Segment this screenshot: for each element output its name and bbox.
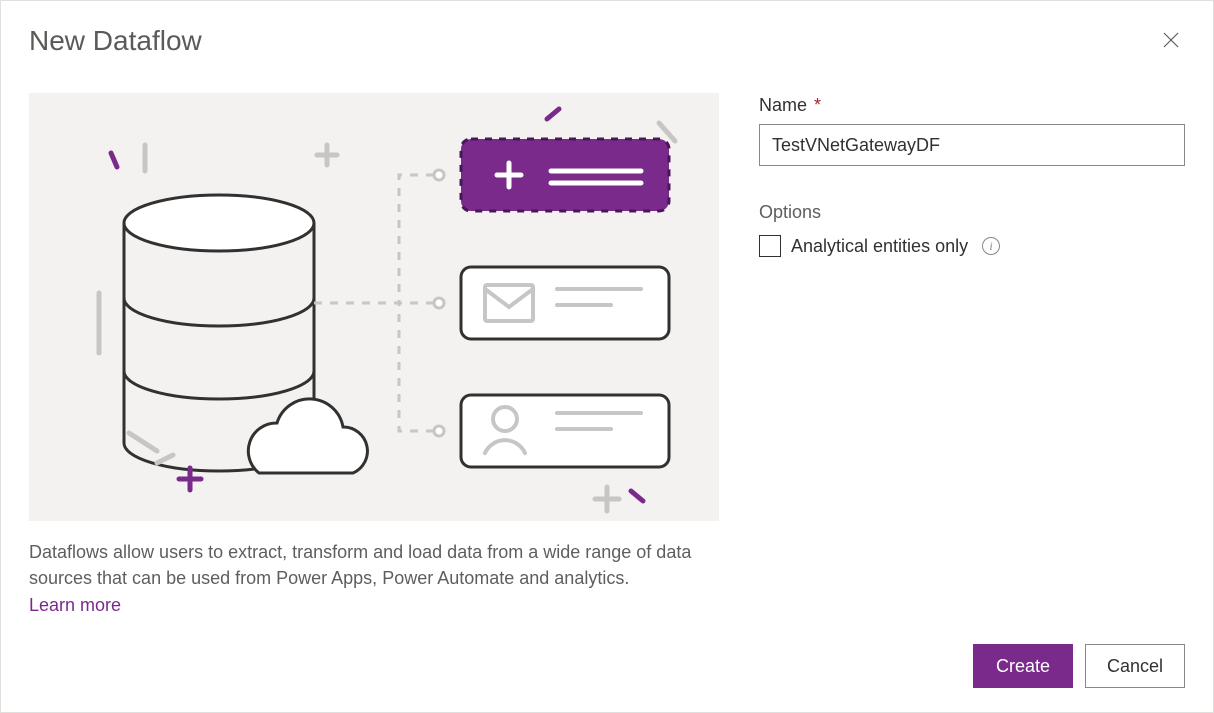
close-icon: [1163, 32, 1179, 51]
options-heading: Options: [759, 202, 1185, 223]
dialog-footer: Create Cancel: [973, 644, 1185, 688]
close-button[interactable]: [1157, 26, 1185, 57]
analytical-checkbox-label: Analytical entities only: [791, 236, 968, 257]
dialog-body: Dataflows allow users to extract, transf…: [29, 93, 1185, 616]
left-pane: Dataflows allow users to extract, transf…: [29, 93, 719, 616]
right-pane: Name * Options Analytical entities only …: [759, 93, 1185, 616]
name-label: Name *: [759, 95, 1185, 116]
new-dataflow-dialog: New Dataflow: [0, 0, 1214, 713]
description-text: Dataflows allow users to extract, transf…: [29, 539, 719, 591]
dialog-title: New Dataflow: [29, 25, 202, 57]
analytical-checkbox[interactable]: [759, 235, 781, 257]
name-label-text: Name: [759, 95, 807, 115]
dataflow-illustration: [29, 93, 719, 521]
info-icon[interactable]: i: [982, 237, 1000, 255]
analytical-checkbox-row: Analytical entities only i: [759, 235, 1185, 257]
learn-more-link[interactable]: Learn more: [29, 595, 121, 616]
dialog-header: New Dataflow: [29, 25, 1185, 57]
name-input[interactable]: [759, 124, 1185, 166]
required-marker: *: [814, 95, 821, 115]
cancel-button[interactable]: Cancel: [1085, 644, 1185, 688]
create-button[interactable]: Create: [973, 644, 1073, 688]
